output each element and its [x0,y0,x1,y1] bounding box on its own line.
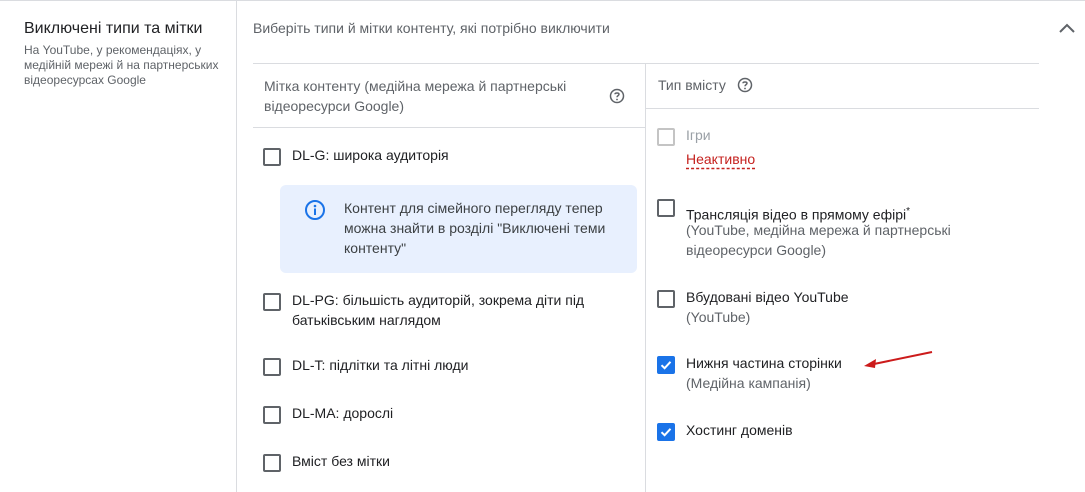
help-icon[interactable] [737,77,753,93]
type-live-stream-checkbox[interactable]: Трансляція відео в прямому ефірі* (YouTu… [657,198,1027,262]
label-unlabeled-text: Вміст без мітки [292,453,390,469]
section-divider [236,0,237,492]
label-dl-g-checkbox[interactable]: DL-G: широка аудиторія [263,145,623,169]
checkbox[interactable] [657,290,675,308]
intro-text: Виберіть типи й мітки контенту, які потр… [253,20,610,36]
chevron-up-icon[interactable] [1058,22,1076,34]
label-dl-pg-text: DL-PG: більшість аудиторій, зокрема діти… [292,292,585,328]
checkmark-icon [660,361,672,370]
inactive-status: Неактивно [686,151,756,167]
checkbox[interactable] [263,454,281,472]
checkbox[interactable] [263,406,281,424]
notice-text: Контент для сімейного перегляду тепер мо… [344,200,606,256]
table-top-divider [253,63,1039,64]
type-embedded-videos-text: Вбудовані відео YouTube [686,289,849,305]
label-dl-t-text: DL-T: підлітки та літні люди [292,357,469,373]
checkbox[interactable] [263,358,281,376]
types-column-header: Тип вмісту [658,77,726,93]
labels-header-divider [253,127,645,128]
section-title: Виключені типи та мітки [24,20,203,37]
column-divider [645,64,646,492]
type-live-stream-sublabel: (YouTube, медійна мережа й партнерські в… [686,222,951,258]
label-dl-t-checkbox[interactable]: DL-T: підлітки та літні люди [263,355,623,379]
type-embedded-videos-checkbox[interactable]: Вбудовані відео YouTube (YouTube) [657,287,1017,331]
annotation-arrow-icon [864,351,933,368]
checkbox-checked[interactable] [657,423,675,441]
top-divider [0,0,1085,1]
type-below-fold-sublabel: (Медійна кампанія) [686,375,811,391]
labels-column-header: Мітка контенту (медійна мережа й партнер… [264,78,567,114]
help-icon[interactable] [609,88,625,104]
label-dl-pg-checkbox[interactable]: DL-PG: більшість аудиторій, зокрема діти… [263,290,633,334]
checkbox[interactable] [657,199,675,217]
checkbox[interactable] [263,148,281,166]
type-domain-hosting-checkbox[interactable]: Хостинг доменів [657,420,1017,444]
section-description: На YouTube, у рекомендаціях, у медійній … [24,43,219,87]
type-games-text: Ігри [686,127,711,143]
checkbox [657,128,675,146]
type-games-checkbox: Ігри Неактивно [657,125,857,171]
info-icon [305,200,325,220]
checkbox[interactable] [263,293,281,311]
type-domain-hosting-text: Хостинг доменів [686,422,793,438]
type-embedded-videos-sublabel: (YouTube) [686,309,751,325]
label-dl-ma-text: DL-MA: дорослі [292,405,394,421]
asterisk-marker: * [906,206,911,217]
label-dl-g-text: DL-G: широка аудиторія [292,147,449,163]
type-below-fold-checkbox[interactable]: Нижня частина сторінки (Медійна кампанія… [657,353,857,397]
info-notice: Контент для сімейного перегляду тепер мо… [280,185,637,273]
checkbox-checked[interactable] [657,356,675,374]
checkmark-icon [660,428,672,437]
label-dl-ma-checkbox[interactable]: DL-MA: дорослі [263,403,623,427]
types-header-divider [645,108,1039,109]
type-below-fold-text: Нижня частина сторінки [686,355,842,371]
label-unlabeled-checkbox[interactable]: Вміст без мітки [263,451,623,475]
